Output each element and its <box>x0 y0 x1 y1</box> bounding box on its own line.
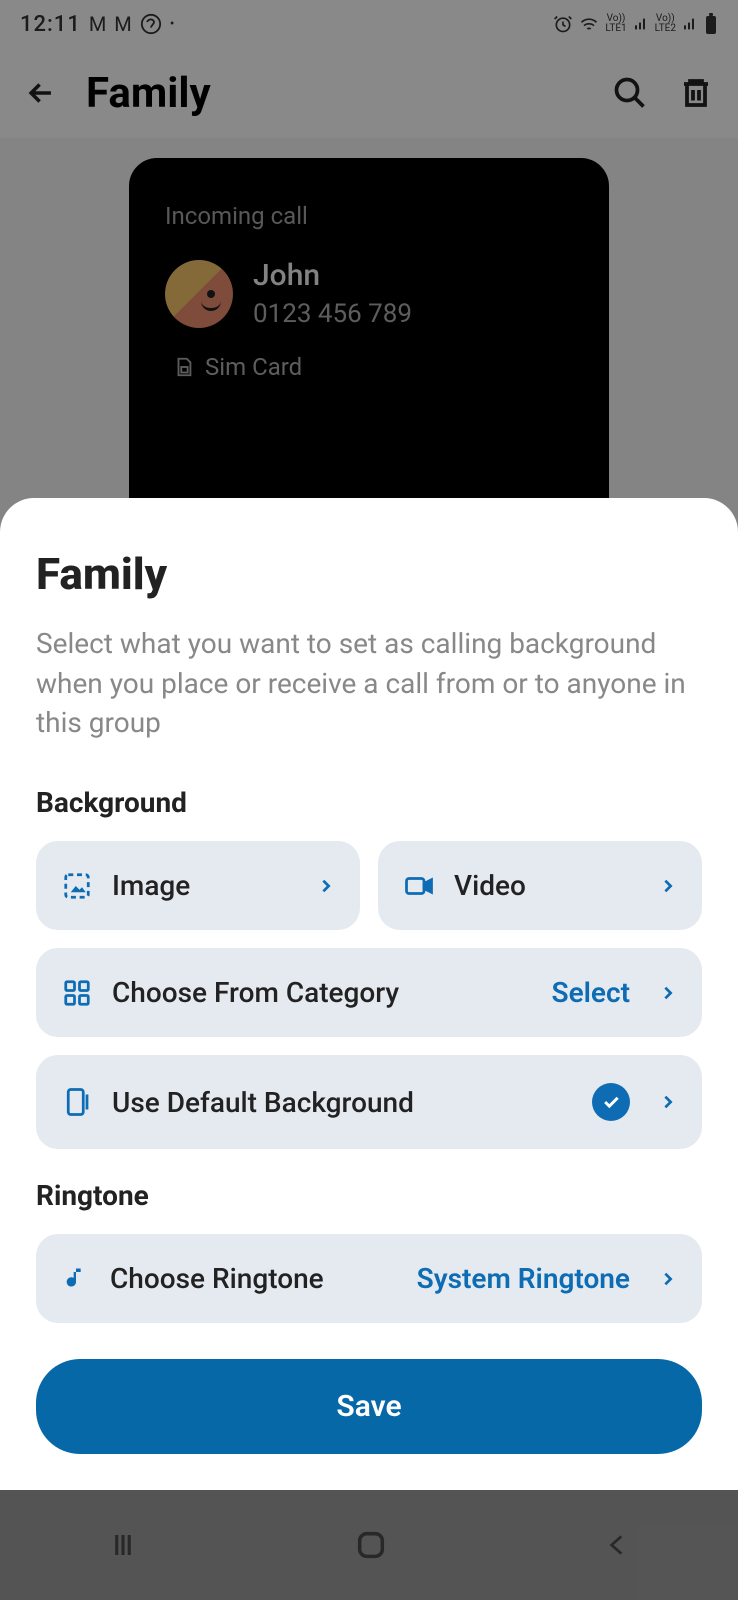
background-image-button[interactable]: Image <box>36 841 360 930</box>
video-option-label: Video <box>454 869 640 902</box>
music-note-icon <box>62 1265 90 1293</box>
default-background-button[interactable]: Use Default Background <box>36 1055 702 1149</box>
check-icon <box>592 1083 630 1121</box>
background-media-row: Image Video <box>36 841 702 930</box>
grid-icon <box>62 978 92 1008</box>
sheet-title: Family <box>36 548 702 600</box>
ringtone-option-label: Choose Ringtone <box>110 1262 397 1295</box>
choose-category-button[interactable]: Choose From Category Select <box>36 948 702 1037</box>
sheet-description: Select what you want to set as calling b… <box>36 624 702 742</box>
ringtone-section-label: Ringtone <box>36 1179 702 1212</box>
default-bg-label: Use Default Background <box>112 1086 572 1119</box>
phone-background-icon <box>62 1087 92 1117</box>
background-video-button[interactable]: Video <box>378 841 702 930</box>
chevron-right-icon <box>660 874 676 898</box>
video-icon <box>404 871 434 901</box>
category-option-label: Choose From Category <box>112 976 531 1009</box>
category-value: Select <box>551 976 630 1009</box>
save-button[interactable]: Save <box>36 1359 702 1454</box>
image-option-label: Image <box>112 869 298 902</box>
settings-bottom-sheet: Family Select what you want to set as ca… <box>0 498 738 1490</box>
ringtone-value: System Ringtone <box>417 1262 630 1295</box>
chevron-right-icon <box>660 1267 676 1291</box>
choose-ringtone-button[interactable]: Choose Ringtone System Ringtone <box>36 1234 702 1323</box>
image-icon <box>62 871 92 901</box>
background-section-label: Background <box>36 786 702 819</box>
chevron-right-icon <box>660 1090 676 1114</box>
chevron-right-icon <box>318 874 334 898</box>
chevron-right-icon <box>660 981 676 1005</box>
